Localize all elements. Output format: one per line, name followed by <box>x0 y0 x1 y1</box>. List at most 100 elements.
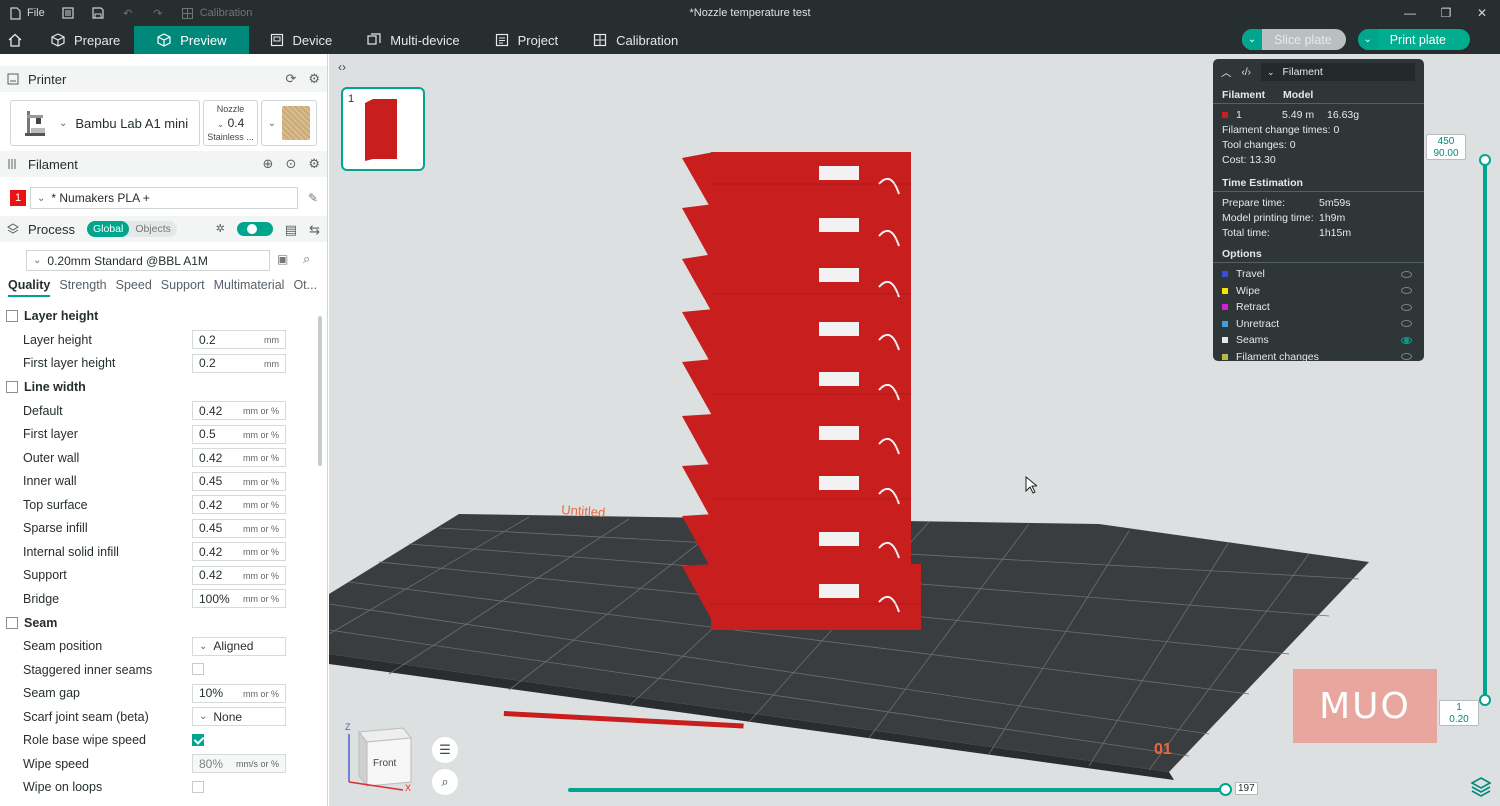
eye-off-icon[interactable] <box>1401 287 1412 295</box>
chevron-down-icon[interactable]: ⌄ <box>1242 29 1263 50</box>
layer-range-slider[interactable] <box>1483 159 1487 699</box>
filament-sync-icon[interactable]: ⊙ <box>285 156 296 172</box>
wipe-speed-input[interactable]: 80% mm/s or % <box>192 754 286 773</box>
maximize-icon[interactable]: ❐ <box>1428 0 1464 26</box>
filament-slot-badge[interactable]: 1 <box>10 190 26 206</box>
seam-position-select[interactable]: ⌄ Aligned <box>192 636 286 656</box>
nozzle-selector[interactable]: Nozzle ⌄ 0.4 Stainless ... <box>203 100 258 146</box>
lw-sparse-infill-input[interactable]: 0.45 mm or % <box>192 518 286 538</box>
collapse-sidebar-button[interactable]: ‹› <box>333 58 351 76</box>
lw-outer-wall-input[interactable]: 0.42 mm or % <box>192 448 286 467</box>
option-unretract[interactable]: Unretract <box>1213 316 1424 333</box>
lw-support-input[interactable]: 0.42 mm or % <box>192 565 286 585</box>
first-layer-height-input[interactable]: 0.2 mm <box>192 353 286 373</box>
print-plate-button[interactable]: ⌄ Print plate <box>1357 29 1470 50</box>
param-label: Seam position <box>23 639 103 654</box>
subtab-others[interactable]: Ot... <box>293 278 317 297</box>
nozzle-value: 0.4 <box>227 116 245 130</box>
redo-button[interactable]: ↷ <box>143 0 173 26</box>
axis-z-label: Z <box>345 722 351 732</box>
role-wipe-speed-checkbox[interactable] <box>192 733 204 746</box>
lw-inner-wall-input[interactable]: 0.45 mm or % <box>192 471 286 491</box>
tab-prepare[interactable]: Prepare <box>30 26 134 54</box>
option-retract[interactable]: Retract <box>1213 299 1424 316</box>
move-slider-handle[interactable] <box>1219 783 1232 796</box>
search-icon[interactable]: ⌕ <box>303 251 310 267</box>
eye-off-icon[interactable] <box>1401 270 1412 278</box>
settings-scrollbar[interactable] <box>318 316 322 466</box>
filament-settings-icon[interactable]: ⚙ <box>308 156 320 172</box>
plate-type-selector[interactable]: ⌄ <box>261 100 317 146</box>
param-label: Staggered inner seams <box>23 662 153 677</box>
view-menu-button[interactable]: ☰ <box>432 737 458 763</box>
subtab-quality[interactable]: Quality <box>8 278 51 297</box>
3d-viewport[interactable]: Untitled 01 ‹› 1 ︿ ‹/› ⌄ Filament Filame… <box>329 54 1500 806</box>
objects-option[interactable]: Objects <box>129 221 177 237</box>
chevron-down-icon[interactable]: ⌄ <box>1357 29 1378 50</box>
printer-selector[interactable]: ⌄ Bambu Lab A1 mini <box>10 100 200 146</box>
minimize-icon[interactable]: — <box>1392 0 1428 26</box>
subtab-support[interactable]: Support <box>161 278 205 297</box>
view-type-select[interactable]: ⌄ Filament <box>1260 63 1415 81</box>
zoom-button[interactable]: ⌕ <box>432 769 458 795</box>
tab-multi-device[interactable]: Multi-device <box>346 26 473 54</box>
process-preset-selector[interactable]: ⌄ 0.20mm Standard @BBL A1M <box>26 250 270 271</box>
tab-preview[interactable]: Preview <box>134 26 249 54</box>
settings-icon[interactable]: ⚙ <box>308 71 320 87</box>
option-filament-changes[interactable]: Filament changes <box>1213 349 1424 366</box>
lw-internal-solid-input[interactable]: 0.42 mm or % <box>192 542 286 561</box>
tool-changes-row: Tool changes: 0 <box>1213 137 1424 152</box>
global-objects-switch[interactable]: Global Objects <box>86 221 177 237</box>
layers-icon[interactable] <box>1470 776 1492 798</box>
wipe-on-loops-checkbox[interactable] <box>192 780 204 793</box>
slice-plate-button[interactable]: ⌄ Slice plate <box>1242 29 1346 50</box>
home-button[interactable] <box>0 26 30 54</box>
tab-calibration[interactable]: Calibration <box>572 26 692 54</box>
staggered-inner-checkbox[interactable] <box>192 663 204 675</box>
view-navigation-cube[interactable]: Front Z X <box>343 720 415 792</box>
save-button[interactable] <box>83 0 113 26</box>
option-travel[interactable]: Travel <box>1213 266 1424 283</box>
global-option[interactable]: Global <box>86 221 130 237</box>
option-label: Retract <box>1236 301 1270 314</box>
refresh-icon[interactable]: ⟳ <box>285 71 296 87</box>
tab-project[interactable]: Project <box>474 26 572 54</box>
file-menu[interactable]: File <box>0 0 53 26</box>
eye-off-icon[interactable] <box>1401 353 1412 361</box>
move-slider[interactable] <box>568 788 1226 792</box>
scarf-joint-select[interactable]: ⌄ None <box>192 707 286 726</box>
advanced-toggle[interactable] <box>236 222 273 236</box>
eye-off-icon[interactable] <box>1401 320 1412 328</box>
param-unit: mm or % <box>243 476 279 487</box>
calibration-quick-button[interactable]: Calibration <box>173 0 261 26</box>
hamburger-menu[interactable] <box>53 0 83 26</box>
eye-on-icon[interactable] <box>1401 336 1412 344</box>
lw-default-input[interactable]: 0.42 mm or % <box>192 401 286 420</box>
lw-bridge-input[interactable]: 100% mm or % <box>192 589 286 608</box>
layer-bottom-handle[interactable] <box>1479 694 1491 706</box>
subtab-strength[interactable]: Strength <box>59 278 106 297</box>
option-seams[interactable]: Seams <box>1213 332 1424 349</box>
tab-device[interactable]: Device <box>249 26 347 54</box>
eye-off-icon[interactable] <box>1401 303 1412 311</box>
subtab-speed[interactable]: Speed <box>116 278 152 297</box>
collapse-up-icon[interactable]: ︿ <box>1221 65 1232 80</box>
copy-settings-icon[interactable]: ⇆ <box>309 222 320 238</box>
layer-top-handle[interactable] <box>1479 154 1491 166</box>
seam-gap-input[interactable]: 10% mm or % <box>192 683 286 703</box>
lw-first-layer-input[interactable]: 0.5 mm or % <box>192 424 286 444</box>
layer-height-input[interactable]: 0.2 mm <box>192 330 286 349</box>
option-wipe[interactable]: Wipe <box>1213 283 1424 300</box>
plate-thumbnail[interactable]: 1 <box>341 87 425 171</box>
close-icon[interactable]: ✕ <box>1464 0 1500 26</box>
param-first-layer-height: First layer height 0.2 mm <box>0 352 316 376</box>
compare-icon[interactable]: ▤ <box>285 222 297 238</box>
edit-icon[interactable]: ✎ <box>308 191 318 205</box>
code-icon[interactable]: ‹/› <box>1242 67 1251 78</box>
save-preset-icon[interactable]: ▣ <box>277 252 288 266</box>
subtab-multimaterial[interactable]: Multimaterial <box>214 278 285 297</box>
lw-top-surface-input[interactable]: 0.42 mm or % <box>192 495 286 514</box>
add-filament-icon[interactable]: ⊕ <box>263 156 274 172</box>
undo-button[interactable]: ↶ <box>113 0 143 26</box>
filament-selector[interactable]: ⌄ * Numakers PLA + <box>30 187 298 209</box>
